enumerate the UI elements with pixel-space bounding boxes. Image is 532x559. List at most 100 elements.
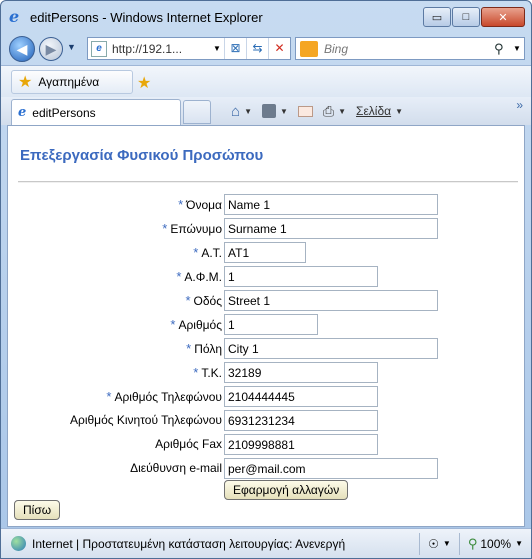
mail-button[interactable] [297,105,313,117]
field-label-text: Πόλη [194,342,222,356]
phone-input[interactable] [224,386,378,407]
page-menu-label: Σελίδα [356,104,392,118]
apply-changes-button[interactable]: Εφαρμογή αλλαγών [224,480,349,500]
field-row-id: * Α.Τ. [8,242,526,264]
globe-icon [11,536,26,551]
tab-editpersons[interactable]: e editPersons [11,99,181,125]
home-button[interactable]: ⌂ ▼ [231,103,252,120]
street-input[interactable] [224,290,438,311]
forward-button[interactable]: ▶ [39,37,63,61]
favorites-button[interactable]: ★ Αγαπημένα [11,70,133,94]
field-label-text: Α.Φ.Μ. [184,270,222,284]
page-title: Επεξεργασία Φυσικού Προσώπου [20,147,264,164]
field-row-mobile: Αριθμός Κινητού Τηλεφώνου [8,410,526,432]
field-label-text: Όνομα [186,198,222,212]
field-label-text: Επώνυμο [170,222,222,236]
email-input[interactable] [224,458,438,479]
page-menu[interactable]: Σελίδα ▼ [356,104,403,118]
field-label: * Όνομα [178,197,222,212]
tab-ie-icon: e [18,105,27,120]
zoom-control[interactable]: ⚲ 100% ▼ [460,536,531,552]
fax-input[interactable] [224,434,378,455]
security-icon: ☉ [428,536,439,551]
postcode-input[interactable] [224,362,378,383]
feeds-dropdown-icon[interactable]: ▼ [280,107,288,116]
field-label-text: Οδός [193,294,222,308]
maximize-button[interactable]: □ [452,7,480,27]
close-button[interactable]: ✕ [481,7,525,27]
zoom-icon: ⚲ [467,535,478,551]
tax-number-input[interactable] [224,266,378,287]
field-label-text: Αριθμός Τηλεφώνου [114,390,222,404]
chevron-overflow-icon[interactable]: » [516,98,523,112]
field-row-surname: * Επώνυμο [8,218,526,240]
page-content: Επεξεργασία Φυσικού Προσώπου *Όνομα *Επώ… [7,125,525,527]
street-number-input[interactable] [224,314,318,335]
status-text: Internet | Προστατευμένη κατάσταση λειτο… [32,536,346,551]
surname-input[interactable] [224,218,438,239]
compatibility-view-icon[interactable]: ⊠ [224,38,246,59]
required-marker: * [176,269,182,284]
address-bar[interactable]: e http://192.1... ▼ ⊠ ⇆ ✕ [87,37,291,60]
history-dropdown-icon[interactable]: ▼ [67,42,76,52]
required-marker: * [106,389,112,404]
security-dropdown-icon[interactable]: ▼ [443,539,451,548]
mobile-input[interactable] [224,410,378,431]
address-dropdown-icon[interactable]: ▼ [210,44,224,53]
required-marker: * [178,197,184,212]
search-dropdown-icon[interactable]: ▼ [510,44,524,53]
search-icon[interactable]: ⚲ [494,41,510,57]
printer-icon: ⎙ [322,102,335,119]
browser-window: e editPersons - Windows Internet Explore… [0,0,532,559]
back-page-button[interactable]: Πίσω [14,500,61,520]
field-row-street: * Οδός [8,290,526,312]
field-row-email: Διεύθυνση e-mail [8,458,526,480]
field-label: * Οδός [185,293,222,308]
feeds-button[interactable]: ▼ [261,104,288,118]
field-label-text: Α.Τ. [201,246,222,260]
field-row-name: * Όνομα [8,194,526,216]
print-button[interactable]: ⎙ ▼ [323,103,346,120]
home-dropdown-icon[interactable]: ▼ [244,107,252,116]
minimize-button[interactable]: ▭ [423,7,451,27]
add-favorite-icon[interactable]: ★ [137,73,151,93]
arrow-right-icon: ▶ [45,40,57,57]
search-placeholder[interactable]: Bing [324,42,494,56]
feed-icon [261,104,276,118]
name-input[interactable] [224,194,438,215]
command-bar: ⌂ ▼ ▼ ⎙ ▼ Σελίδα ▼ [231,99,413,123]
arrow-left-icon: ◀ [16,40,28,57]
print-dropdown-icon[interactable]: ▼ [338,107,346,116]
field-label-text: Αριθμός [178,318,222,332]
field-label-text: Διεύθυνση e-mail [130,461,222,475]
address-row: ◀ ▶ ▼ e http://192.1... ▼ ⊠ ⇆ ✕ Bing ⚲ ▼ [1,33,531,65]
status-bar: Internet | Προστατευμένη κατάσταση λειτο… [1,528,531,558]
caption-buttons: ▭ □ ✕ [422,7,525,27]
refresh-icon[interactable]: ⇆ [246,38,268,59]
new-tab-button[interactable] [183,100,211,124]
title-bar: e editPersons - Windows Internet Explore… [1,1,531,33]
field-label-text: Αριθμός Fax [155,437,222,451]
tab-row: e editPersons ⌂ ▼ ▼ ⎙ ▼ Σελίδα ▼ » [1,97,531,125]
field-row-city: * Πόλη [8,338,526,360]
field-label: * Τ.Κ. [193,365,222,380]
field-label-text: Τ.Κ. [201,366,222,380]
search-box[interactable]: Bing ⚲ ▼ [295,37,525,60]
divider [18,181,518,183]
url-text[interactable]: http://192.1... [112,42,210,56]
field-label: * Πόλη [186,341,222,356]
zoom-dropdown-icon[interactable]: ▼ [515,539,523,548]
required-marker: * [193,245,199,260]
field-label: * Α.Φ.Μ. [176,269,222,284]
page-icon: e [91,40,107,57]
zoom-level: 100% [480,536,512,551]
tab-label: editPersons [32,105,96,120]
id-number-input[interactable] [224,242,306,263]
back-button[interactable]: ◀ [9,36,35,62]
field-row-number: * Αριθμός [8,314,526,336]
home-icon: ⌂ [231,102,241,120]
city-input[interactable] [224,338,438,359]
stop-icon[interactable]: ✕ [268,38,290,59]
security-status[interactable]: ☉ ▼ [420,537,459,551]
field-row-fax: Αριθμός Fax [8,434,526,456]
